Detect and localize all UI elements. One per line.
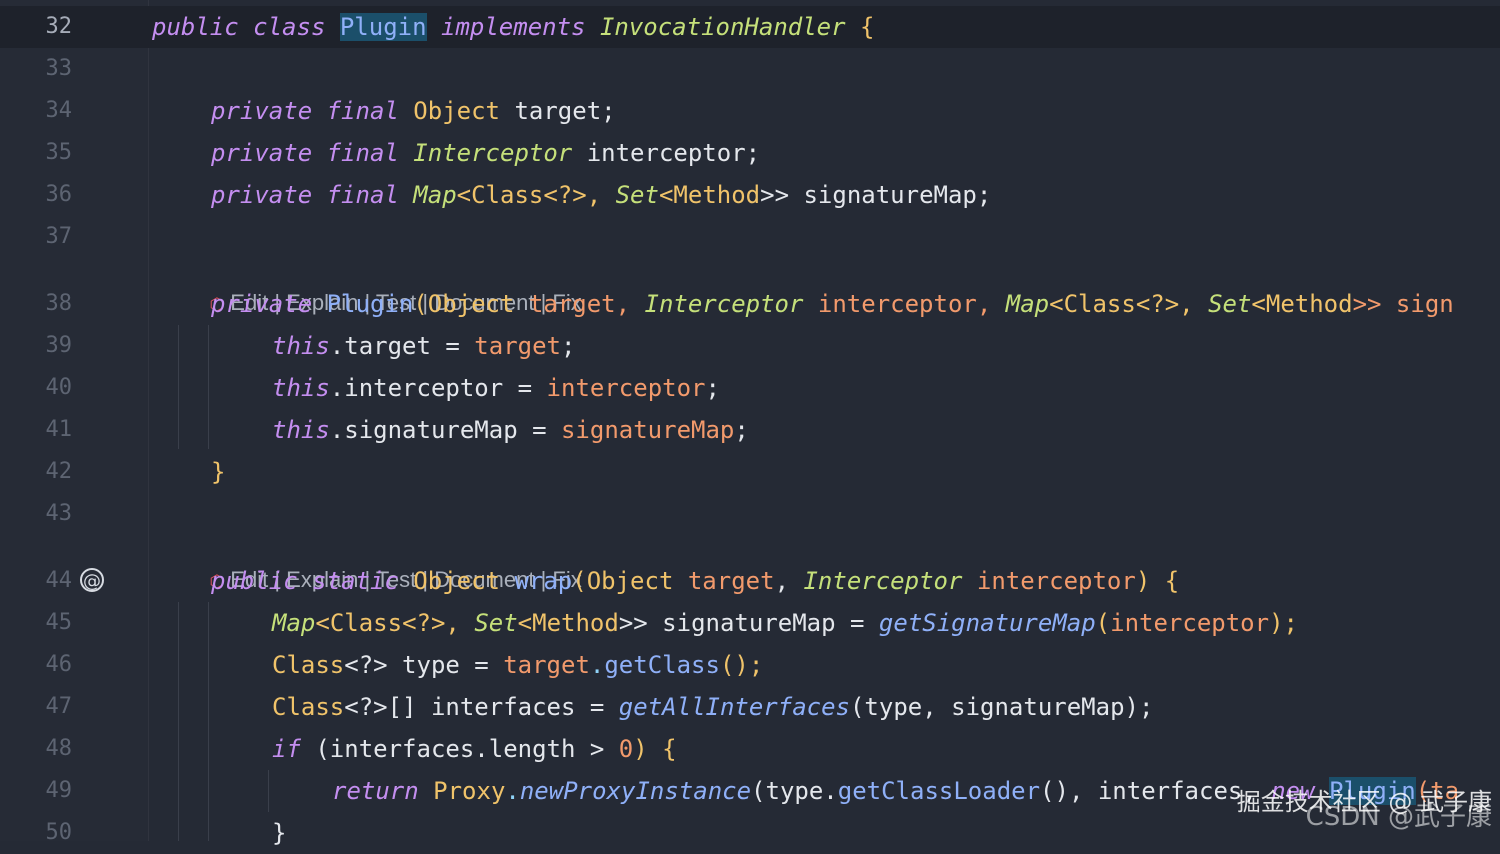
code-text: Class<?> type = target.getClass(); [272,651,764,679]
code-line[interactable]: 45 Map<Class<?>, Set<Method>> signatureM… [0,602,1500,644]
line-number: 50 [45,820,73,845]
code-text: } [272,819,287,847]
code-text: this.target = target; [272,332,576,360]
line-number: 34 [45,98,73,123]
code-text: public static Object wrap(Object target,… [211,567,1180,595]
code-line[interactable]: 46 Class<?> type = target.getClass(); [0,644,1500,686]
line-number: 36 [45,182,73,207]
line-number: 46 [45,652,73,677]
line-number: 44 [45,568,73,593]
code-line[interactable]: 34 private final Object target; [0,90,1500,132]
code-line[interactable]: 38 private Plugin(Object target, Interce… [0,283,1500,325]
code-line[interactable]: 50 } [0,812,1500,854]
code-line[interactable]: 44 @ public static Object wrap(Object ta… [0,560,1500,602]
code-text: private final Interceptor interceptor; [211,139,761,167]
code-line[interactable]: 36 private final Map<Class<?>, Set<Metho… [0,174,1500,216]
code-line[interactable]: 33 [0,48,1500,90]
code-text: public class Plugin implements Invocatio… [152,13,875,41]
code-lens-bar: ⬡ Edit | Explain | Test | Document | Fix [209,290,582,315]
code-editor[interactable]: 32 public class Plugin implements Invoca… [0,0,1500,847]
indent-guide [208,602,209,841]
line-number: 43 [45,501,73,526]
code-line[interactable]: 47 Class<?>[] interfaces = getAllInterfa… [0,686,1500,728]
code-text: private final Object target; [211,97,616,125]
indent-guide [178,602,179,841]
code-text: } [211,458,226,486]
line-number: 32 [45,14,73,39]
code-text: private final Map<Class<?>, Set<Method>>… [211,181,992,209]
code-line[interactable]: 35 private final Interceptor interceptor… [0,132,1500,174]
implementation-marker-icon[interactable]: @ [80,568,104,592]
code-line[interactable]: 42 } [0,451,1500,493]
line-number: 40 [45,375,73,400]
line-number: 33 [45,56,73,81]
line-number: 37 [45,224,73,249]
indent-guide [208,325,209,449]
code-text: if (interfaces.length > 0) { [272,735,677,763]
line-number: 49 [45,778,73,803]
watermark-juejin: 掘金技术社区 @ 武子康 [1236,788,1492,816]
code-line[interactable]: 40 this.interceptor = interceptor; [0,367,1500,409]
code-text: this.interceptor = interceptor; [272,374,720,402]
line-number: 42 [45,459,73,484]
code-text: Map<Class<?>, Set<Method>> signatureMap … [272,609,1298,637]
line-number: 45 [45,610,73,635]
line-number: 48 [45,736,73,761]
code-text: this.signatureMap = signatureMap; [272,416,749,444]
code-text: private Plugin(Object target, Intercepto… [211,290,1454,318]
code-text: Class<?>[] interfaces = getAllInterfaces… [272,693,1154,721]
code-line[interactable]: 32 public class Plugin implements Invoca… [0,6,1500,48]
line-number: 47 [45,694,73,719]
line-number: 41 [45,417,73,442]
code-line[interactable]: 41 this.signatureMap = signatureMap; [0,409,1500,451]
line-number: 39 [45,333,73,358]
line-number: 35 [45,140,73,165]
watermark: 掘金技术社区 @ 武子康 CSDN @武子康 [1237,788,1492,833]
line-number: 38 [45,291,73,316]
indent-guide [268,770,269,812]
code-lens-bar: ⬡ Edit | Explain | Test | Document | Fix [209,567,582,592]
indent-guide [178,325,179,449]
code-line[interactable]: 48 if (interfaces.length > 0) { [0,728,1500,770]
class-name-highlight: Plugin [339,13,427,41]
code-line[interactable]: 39 this.target = target; [0,325,1500,367]
